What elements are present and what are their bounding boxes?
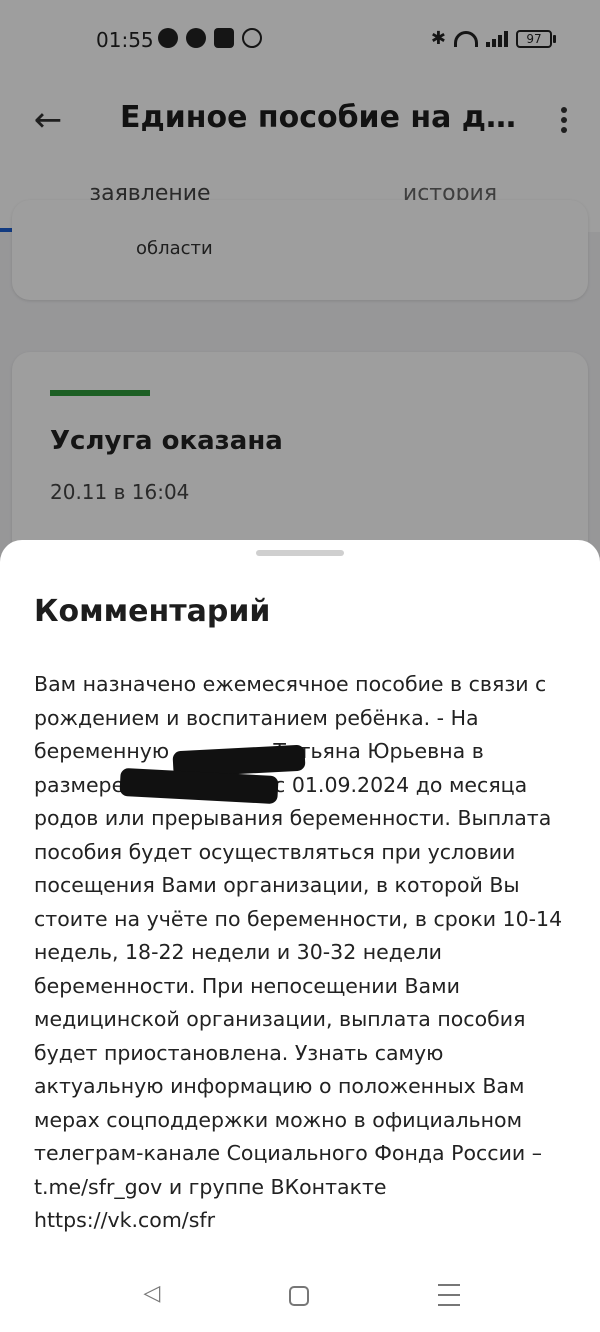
system-nav-bar: ◁ [0,1262,600,1332]
sheet-title: Комментарий [34,594,271,629]
nav-back-icon[interactable]: ◁ [140,1282,164,1306]
nav-menu-icon[interactable] [438,1284,460,1306]
drag-handle[interactable] [256,550,344,556]
nav-home-icon[interactable] [289,1286,309,1306]
comment-bottom-sheet: Комментарий Вам назначено ежемесячное по… [0,540,600,1332]
